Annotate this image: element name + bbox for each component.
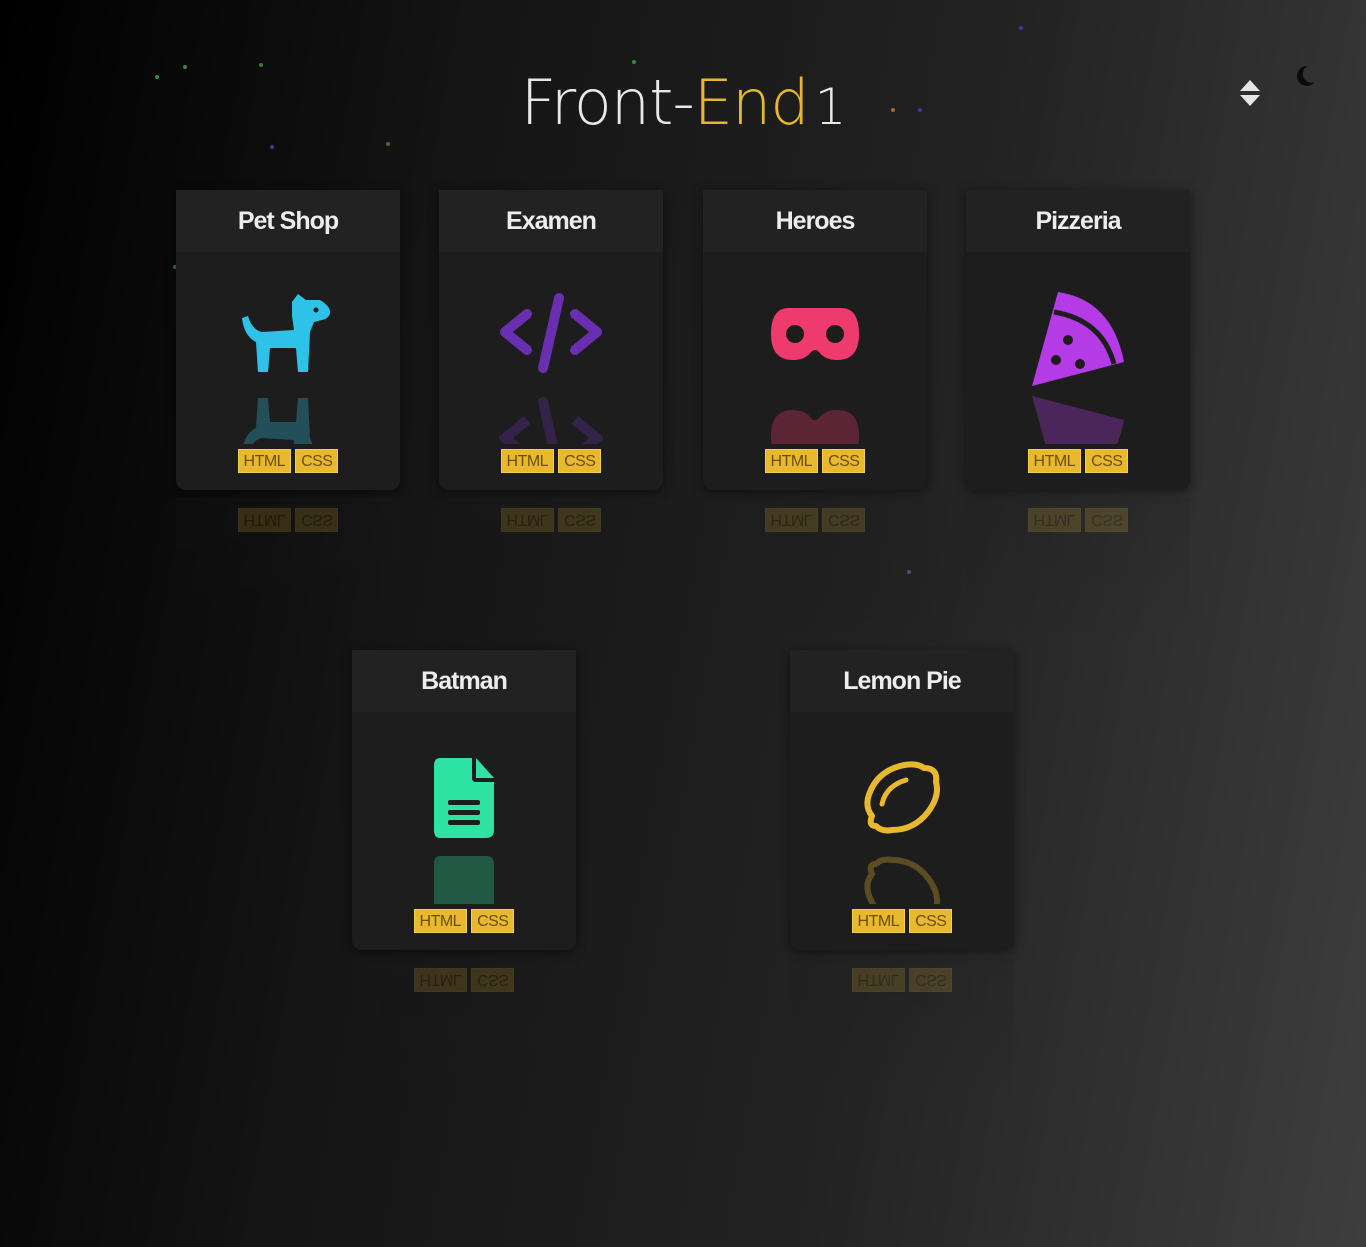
reflection-tag: HTML bbox=[413, 968, 468, 992]
tag-css: CSS bbox=[909, 909, 953, 933]
reflection-tag: HTML bbox=[1027, 508, 1082, 532]
reflection-tag: CSS bbox=[1085, 508, 1129, 532]
sort-button[interactable] bbox=[1238, 78, 1262, 110]
lemon-icon bbox=[864, 761, 940, 834]
tag-css: CSS bbox=[295, 449, 339, 473]
title-text: Front- bbox=[520, 66, 695, 139]
reflection-tag: CSS bbox=[295, 508, 339, 532]
reflection-tag: HTML bbox=[500, 508, 555, 532]
tag-css: CSS bbox=[1085, 449, 1129, 473]
card-reflection: HTML CSS bbox=[966, 498, 1190, 638]
reflection-tag: CSS bbox=[471, 968, 515, 992]
tag-css: CSS bbox=[558, 449, 602, 473]
card-reflection: HTML CSS bbox=[352, 958, 576, 1098]
tag-css: CSS bbox=[471, 909, 515, 933]
card-title: Pet Shop bbox=[176, 190, 400, 252]
card-reflection: HTML CSS bbox=[703, 498, 927, 638]
card-reflection: HTML CSS bbox=[790, 958, 1014, 1098]
reflection-tag: HTML bbox=[851, 968, 906, 992]
reflection-tag: CSS bbox=[822, 508, 866, 532]
tag-html: HTML bbox=[1027, 449, 1082, 473]
particle bbox=[386, 142, 390, 146]
card-title: Lemon Pie bbox=[790, 650, 1014, 712]
project-card[interactable]: Pizzeria HTML CSS HTML CSS bbox=[966, 190, 1190, 638]
theme-toggle-button[interactable] bbox=[1291, 62, 1319, 90]
reflection-tag: HTML bbox=[237, 508, 292, 532]
tag-html: HTML bbox=[237, 449, 292, 473]
card-title: Heroes bbox=[703, 190, 927, 252]
particle bbox=[907, 570, 911, 574]
moon-icon bbox=[1297, 65, 1315, 86]
title-accent: End bbox=[693, 66, 810, 139]
reflection-tag: HTML bbox=[764, 508, 819, 532]
code-icon bbox=[500, 293, 602, 373]
card-title: Pizzeria bbox=[966, 190, 1190, 252]
reflection-tag: CSS bbox=[558, 508, 602, 532]
card-title: Batman bbox=[352, 650, 576, 712]
page-title: Front-End 1 bbox=[0, 66, 1366, 139]
card-reflection: HTML CSS bbox=[176, 498, 400, 638]
project-card[interactable]: Pet Shop HTML CSS HTML CSS bbox=[176, 190, 400, 638]
title-number: 1 bbox=[814, 78, 847, 136]
project-card[interactable]: Batman HTML CSS HTML CSS bbox=[352, 650, 576, 1098]
reflection-tag: CSS bbox=[909, 968, 953, 992]
sort-icon bbox=[1240, 80, 1260, 106]
project-card[interactable]: Lemon Pie HTML CSS HTML CSS bbox=[790, 650, 1014, 1098]
mask-icon bbox=[771, 308, 859, 360]
project-card[interactable]: Examen HTML CSS HTML CSS bbox=[439, 190, 663, 638]
particle bbox=[270, 145, 274, 149]
tag-html: HTML bbox=[500, 449, 555, 473]
card-reflection: HTML CSS bbox=[439, 498, 663, 638]
project-card[interactable]: Heroes HTML CSS HTML CSS bbox=[703, 190, 927, 638]
tag-html: HTML bbox=[413, 909, 468, 933]
particle bbox=[1019, 26, 1023, 30]
particle bbox=[632, 60, 636, 64]
tag-html: HTML bbox=[851, 909, 906, 933]
tag-html: HTML bbox=[764, 449, 819, 473]
dog-icon bbox=[242, 294, 330, 372]
tag-css: CSS bbox=[822, 449, 866, 473]
pizza-icon bbox=[1032, 292, 1124, 386]
document-icon bbox=[434, 758, 494, 838]
card-title: Examen bbox=[439, 190, 663, 252]
